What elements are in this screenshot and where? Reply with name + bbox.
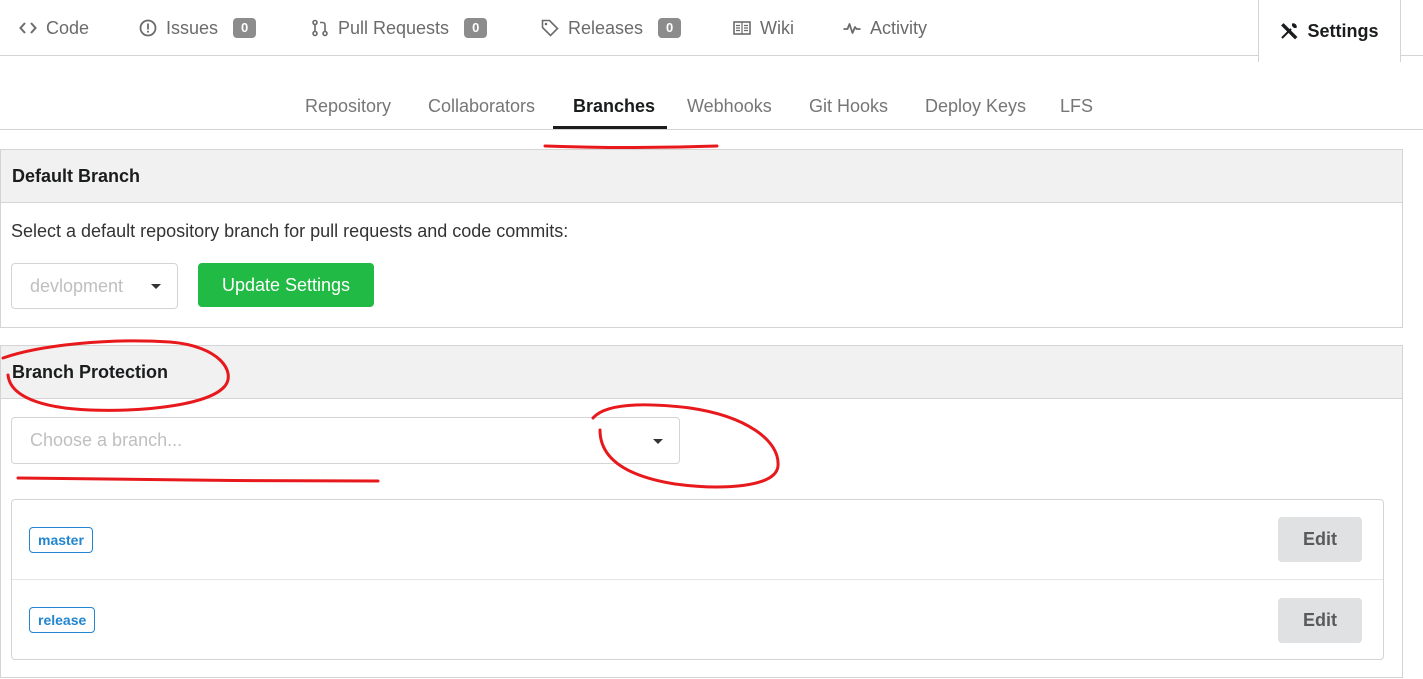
book-icon xyxy=(733,19,751,37)
tab-activity-label: Activity xyxy=(870,17,928,38)
list-item: release Edit xyxy=(12,580,1383,660)
branch-protection-header: Branch Protection xyxy=(0,345,1403,399)
repo-tab-bar: Code Issues 0 Pull Requests 0 Releases 0… xyxy=(0,0,1423,62)
tab-wiki[interactable]: Wiki xyxy=(733,0,794,56)
default-branch-description: Select a default repository branch for p… xyxy=(11,221,569,241)
branch-label: release xyxy=(29,607,96,633)
caret-down-icon xyxy=(151,284,161,289)
settings-menu: Repository Collaborators Branches Webhoo… xyxy=(0,82,1423,130)
issue-icon xyxy=(139,19,157,37)
tab-settings[interactable]: Settings xyxy=(1258,0,1401,62)
update-settings-button[interactable]: Update Settings xyxy=(198,263,374,307)
tab-settings-label: Settings xyxy=(1307,20,1379,41)
menu-item-collaborators[interactable]: Collaborators xyxy=(428,82,535,130)
tools-icon xyxy=(1280,22,1298,40)
default-branch-selected: devlopment xyxy=(30,275,124,296)
tab-releases[interactable]: Releases 0 xyxy=(541,0,682,56)
caret-down-icon xyxy=(653,439,663,444)
branch-label: master xyxy=(29,527,93,553)
choose-branch-placeholder: Choose a branch... xyxy=(30,430,183,450)
tab-activity[interactable]: Activity xyxy=(843,0,927,56)
menu-item-deploy-keys[interactable]: Deploy Keys xyxy=(925,82,1026,130)
pull-request-icon xyxy=(311,19,329,37)
tab-code[interactable]: Code xyxy=(19,0,89,56)
pulse-icon xyxy=(843,19,861,37)
tag-icon xyxy=(541,19,559,37)
pull-requests-count-badge: 0 xyxy=(464,18,488,38)
tab-issues[interactable]: Issues 0 xyxy=(139,0,257,56)
tab-pull-requests-label: Pull Requests xyxy=(338,17,450,38)
list-item: master Edit xyxy=(12,500,1383,580)
tab-wiki-label: Wiki xyxy=(760,17,794,38)
choose-branch-dropdown[interactable]: Choose a branch... xyxy=(11,417,680,464)
menu-item-lfs[interactable]: LFS xyxy=(1060,82,1093,130)
issues-count-badge: 0 xyxy=(233,18,257,38)
menu-item-webhooks[interactable]: Webhooks xyxy=(687,82,772,130)
menu-item-git-hooks[interactable]: Git Hooks xyxy=(809,82,888,130)
edit-button[interactable]: Edit xyxy=(1278,598,1362,643)
protected-branch-list: master Edit release Edit xyxy=(11,499,1384,660)
code-icon xyxy=(19,19,37,37)
edit-button[interactable]: Edit xyxy=(1278,517,1362,562)
menu-item-branches[interactable]: Branches xyxy=(573,82,655,130)
default-branch-header: Default Branch xyxy=(0,149,1403,203)
releases-count-badge: 0 xyxy=(658,18,682,38)
tab-releases-label: Releases xyxy=(568,17,644,38)
tab-issues-label: Issues xyxy=(166,17,219,38)
annotation-underline-branches xyxy=(543,144,719,149)
menu-item-repository[interactable]: Repository xyxy=(305,82,391,130)
default-branch-dropdown[interactable]: devlopment xyxy=(11,263,178,309)
active-menu-underline xyxy=(553,126,667,129)
tab-code-label: Code xyxy=(46,17,90,38)
tab-pull-requests[interactable]: Pull Requests 0 xyxy=(311,0,488,56)
